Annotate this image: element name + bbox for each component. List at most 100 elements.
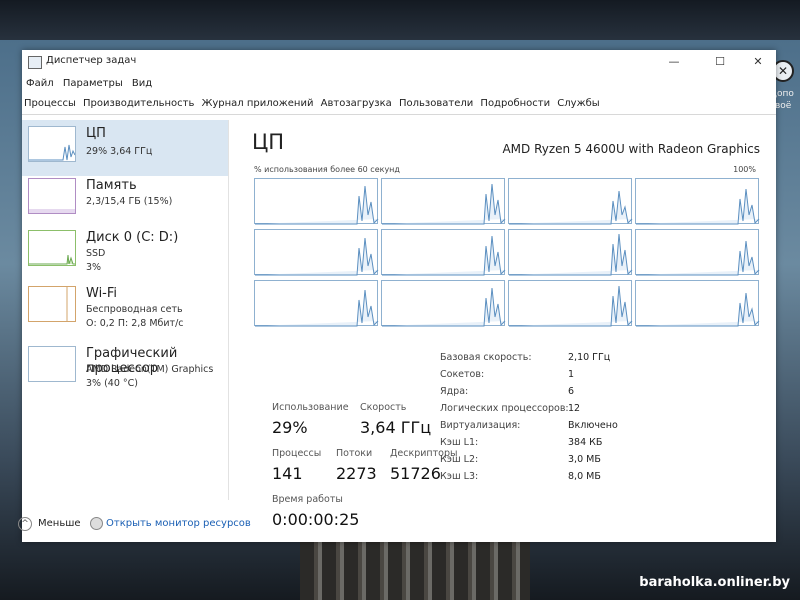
sidebar-item-detail: Беспроводная сеть [86, 304, 183, 315]
logical-processor-graph [254, 280, 379, 327]
task-manager-window: Диспетчер задач — ☐ ✕ Файл Параметры Вид… [18, 50, 776, 542]
desktop-wallpaper-pier [300, 540, 530, 600]
sidebar-divider [228, 120, 229, 500]
menu-options[interactable]: Параметры [63, 78, 123, 89]
gpu-mini-graph [28, 346, 76, 382]
tab-performance[interactable]: Производительность [83, 98, 195, 110]
handles-value: 51726 [390, 464, 441, 483]
prop-value: Включено [568, 420, 618, 431]
cpu-usage-sparkline [509, 233, 633, 276]
graph-caption: % использования более 60 секунд [254, 165, 400, 174]
sidebar-item-cpu[interactable]: ЦП 29% 3,64 ГГц [22, 120, 228, 176]
logical-processor-graph [635, 178, 760, 225]
prop-value: 8,0 МБ [568, 471, 601, 482]
window-title: Диспетчер задач [46, 55, 137, 66]
tab-startup[interactable]: Автозагрузка [321, 98, 392, 109]
sidebar-item-detail-2: О: 0,2 П: 2,8 Мбит/с [86, 318, 184, 329]
logical-processor-graph [508, 178, 633, 225]
cpu-usage-sparkline [255, 185, 379, 225]
wifi-mini-graph [28, 286, 76, 322]
logical-processor-graph [508, 280, 633, 327]
cpu-usage-sparkline [509, 285, 633, 327]
chevron-up-icon[interactable]: ^ [18, 517, 32, 531]
fewer-details-link[interactable]: Меньше [38, 518, 81, 529]
sidebar-item-wifi[interactable]: Wi-Fi Беспроводная сеть О: 0,2 П: 2,8 Мб… [22, 280, 228, 336]
disk-mini-graph [28, 230, 76, 266]
sidebar-item-label: Память [86, 178, 137, 193]
watermark: baraholka.onliner.by [639, 575, 790, 590]
sidebar-item-detail-2: 3% (40 °C) [86, 378, 138, 389]
prop-key: Кэш L3: [440, 471, 479, 482]
resource-sidebar: ЦП 29% 3,64 ГГц Память 2,3/15,4 ГБ (15%)… [22, 120, 228, 500]
prop-key: Базовая скорость: [440, 352, 532, 363]
sidebar-item-detail-2: 3% [86, 262, 102, 273]
title-bar[interactable]: Диспетчер задач — ☐ ✕ [22, 50, 776, 74]
cpu-model-name: AMD Ryzen 5 4600U with Radeon Graphics [502, 142, 760, 156]
prop-value: 2,10 ГГц [568, 352, 611, 363]
prop-value: 12 [568, 403, 581, 414]
usage-label: Использование [272, 402, 349, 413]
tab-details[interactable]: Подробности [480, 98, 550, 109]
sidebar-item-detail: SSD [86, 248, 106, 259]
task-manager-icon [28, 56, 42, 69]
logical-processor-graph [381, 178, 506, 225]
tab-divider [22, 114, 776, 115]
sidebar-item-label: Wi-Fi [86, 286, 118, 301]
cpu-usage-sparkline [636, 240, 760, 276]
logical-processor-graph [381, 280, 506, 327]
page-title: ЦП [252, 130, 285, 154]
logical-processor-graph [381, 229, 506, 276]
cpu-usage-sparkline [255, 237, 379, 276]
graph-max-label: 100% [733, 165, 756, 174]
prop-key: Кэш L1: [440, 437, 479, 448]
close-button[interactable]: ✕ [746, 54, 770, 70]
prop-value: 3,0 МБ [568, 454, 601, 465]
tab-services[interactable]: Службы [557, 98, 599, 109]
prop-key: Ядра: [440, 386, 469, 397]
threads-value: 2273 [336, 464, 377, 483]
tab-users[interactable]: Пользователи [399, 98, 473, 109]
cpu-usage-sparkline [255, 289, 379, 327]
sidebar-item-label: Диск 0 (C: D:) [86, 230, 179, 245]
logical-processor-graph [508, 229, 633, 276]
sidebar-item-label: ЦП [86, 126, 106, 141]
sidebar-item-gpu[interactable]: Графический процессор AMD Radeon(TM) Gra… [22, 340, 228, 396]
menu-view[interactable]: Вид [132, 78, 152, 89]
prop-value: 384 КБ [568, 437, 603, 448]
tab-processes[interactable]: Процессы [24, 98, 76, 109]
tab-app-history[interactable]: Журнал приложений [202, 98, 314, 109]
open-resource-monitor-link[interactable]: Открыть монитор ресурсов [106, 518, 251, 529]
usage-value: 29% [272, 418, 308, 437]
cpu-usage-sparkline [636, 188, 760, 225]
footer-bar: ^ Меньше Открыть монитор ресурсов [18, 514, 776, 542]
prop-value: 1 [568, 369, 575, 380]
logical-processor-graph [254, 178, 379, 225]
screen-bezel [0, 0, 800, 40]
cpu-usage-sparkline [382, 235, 506, 276]
prop-key: Виртуализация: [440, 420, 521, 431]
minimize-button[interactable]: — [662, 54, 686, 70]
menu-file[interactable]: Файл [26, 78, 54, 89]
sidebar-item-memory[interactable]: Память 2,3/15,4 ГБ (15%) [22, 172, 228, 228]
uptime-label: Время работы [272, 494, 343, 505]
resource-monitor-icon [90, 517, 103, 530]
prop-key: Кэш L2: [440, 454, 479, 465]
sidebar-item-detail: AMD Radeon(TM) Graphics [86, 364, 214, 375]
tab-bar: Процессы Производительность Журнал прило… [24, 98, 604, 110]
prop-key: Логических процессоров: [440, 403, 569, 414]
cpu-usage-sparkline [509, 190, 633, 225]
speed-label: Скорость [360, 402, 407, 413]
menu-bar: Файл Параметры Вид [26, 78, 158, 89]
threads-label: Потоки [336, 448, 373, 459]
sidebar-item-detail: 2,3/15,4 ГБ (15%) [86, 196, 173, 207]
maximize-button[interactable]: ☐ [708, 54, 732, 70]
sidebar-item-disk[interactable]: Диск 0 (C: D:) SSD 3% [22, 224, 228, 280]
cpu-mini-graph [28, 126, 76, 162]
speed-value: 3,64 ГГц [360, 418, 432, 437]
prop-key: Сокетов: [440, 369, 485, 380]
logical-processor-graph [635, 229, 760, 276]
cpu-usage-sparkline [382, 287, 506, 327]
cpu-usage-sparkline [636, 292, 760, 327]
processes-label: Процессы [272, 448, 322, 459]
logical-processor-graphs [254, 178, 760, 328]
